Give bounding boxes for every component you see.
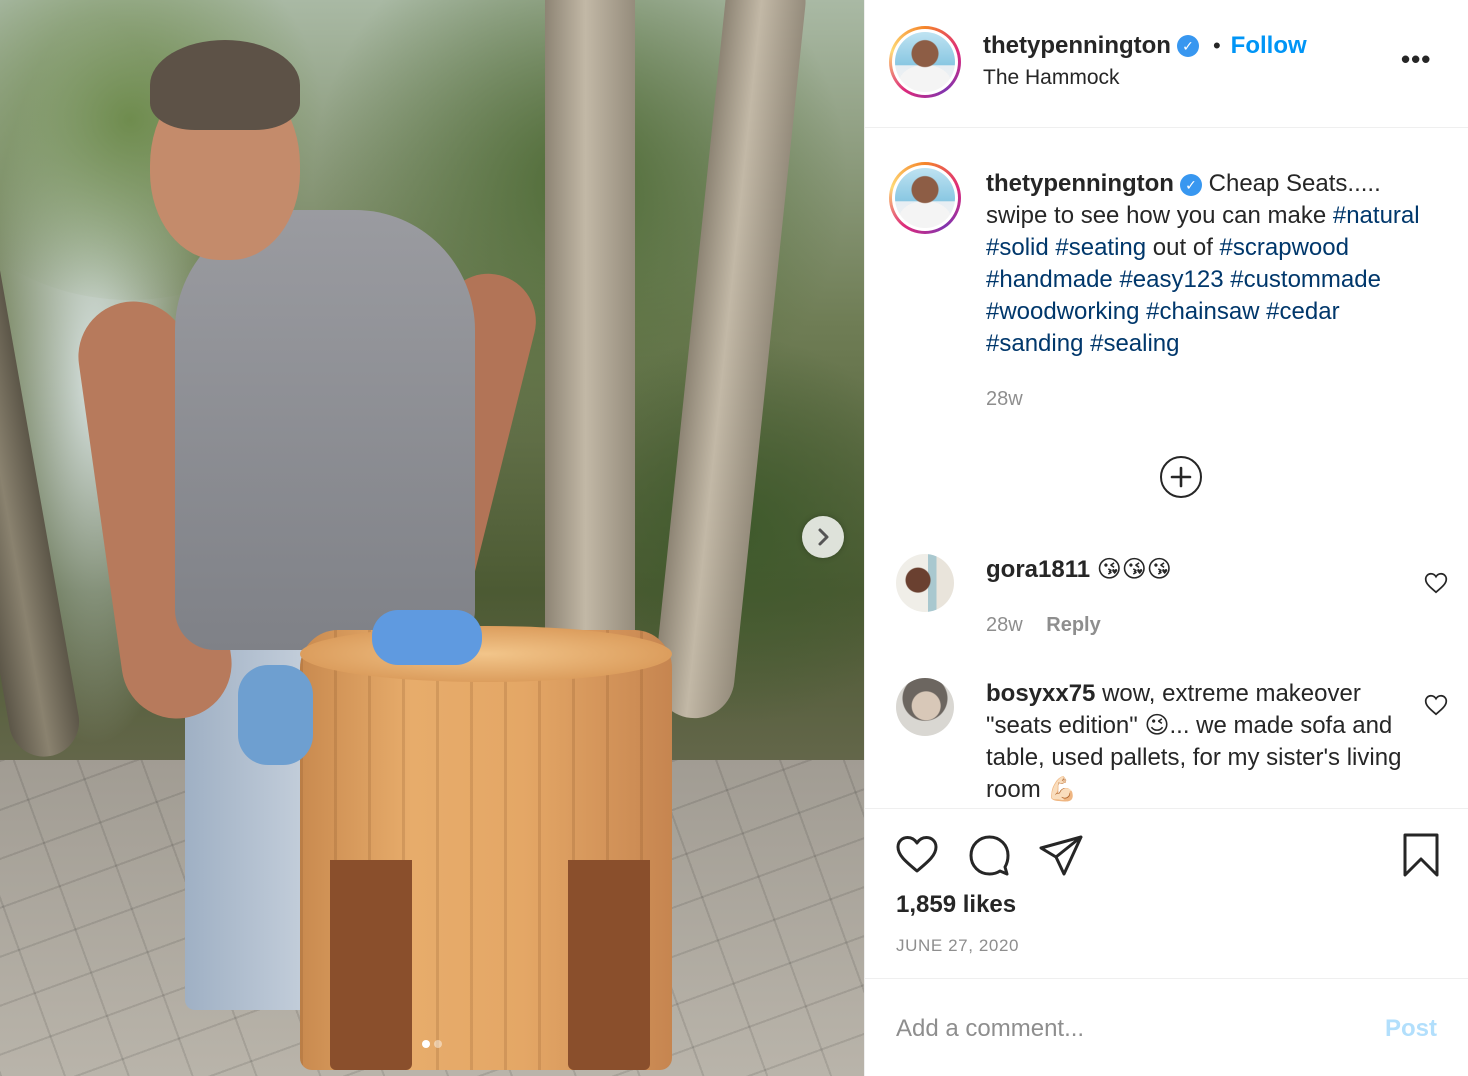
caption-timestamp[interactable]: 28w	[986, 388, 1023, 411]
blue-glove	[372, 610, 482, 665]
author-username[interactable]: thetypennington	[983, 32, 1171, 60]
caption-username[interactable]: thetypennington	[986, 170, 1174, 197]
person-hair	[150, 40, 300, 130]
blue-glove	[238, 665, 313, 765]
post-image[interactable]	[0, 0, 864, 1076]
add-comment-bar: Post	[865, 978, 1468, 1076]
post-side-panel: thetypennington ✓ • Follow The Hammock •…	[864, 0, 1468, 1076]
carousel-dot	[434, 1040, 442, 1048]
caption-text-segment: out of	[1146, 234, 1220, 261]
more-options-icon[interactable]: •••	[1401, 44, 1431, 75]
comment-text: 😘😘😘	[1096, 556, 1172, 583]
caption-author-avatar[interactable]	[889, 162, 961, 234]
like-heart-icon[interactable]	[893, 831, 941, 879]
verified-badge-icon: ✓	[1176, 35, 1199, 57]
commenter-avatar[interactable]	[896, 554, 954, 612]
post-actions: 1,859 likes JUNE 27, 2020	[865, 808, 1468, 978]
hashtag-link[interactable]: #seating	[1055, 234, 1146, 261]
palm-trunk	[545, 0, 635, 680]
follow-button[interactable]: Follow	[1231, 32, 1307, 60]
hashtag-link[interactable]: #sealing	[1090, 330, 1179, 357]
chevron-right-icon	[818, 528, 829, 546]
carousel-next-button[interactable]	[802, 516, 844, 558]
commenter-username[interactable]: bosyxx75	[986, 680, 1095, 707]
verified-badge-icon: ✓	[1179, 173, 1202, 196]
likes-count[interactable]: 1,859 likes	[896, 891, 1016, 919]
hashtag-link[interactable]: #natural	[1333, 202, 1420, 229]
save-bookmark-icon[interactable]	[1397, 831, 1445, 879]
comment-like-heart-icon[interactable]	[1423, 570, 1449, 596]
hashtag-link[interactable]: #easy123	[1119, 266, 1223, 293]
carousel-dots	[0, 1040, 864, 1048]
hashtag-link[interactable]: #scrapwood	[1220, 234, 1349, 261]
comment-timestamp[interactable]: 28w	[986, 614, 1023, 636]
carousel-dot	[422, 1040, 430, 1048]
post-caption: thetypennington ✓ Cheap Seats..... swipe …	[986, 168, 1436, 360]
hashtag-link[interactable]: #custommade	[1230, 266, 1381, 293]
comment-input[interactable]	[896, 1009, 1366, 1049]
stool-leg-gap	[330, 860, 412, 1070]
comment-body: gora1811 😘😘😘	[986, 554, 1416, 586]
hashtag-link[interactable]: #handmade	[986, 266, 1113, 293]
share-paper-plane-icon[interactable]	[1037, 831, 1085, 879]
separator-dot: •	[1212, 33, 1221, 58]
comment-like-heart-icon[interactable]	[1423, 692, 1449, 718]
post-header: thetypennington ✓ • Follow The Hammock •…	[865, 0, 1468, 128]
comment-body: bosyxx75 wow, extreme makeover "seats ed…	[986, 678, 1416, 806]
hashtag-link[interactable]: #chainsaw	[1146, 298, 1259, 325]
post-location[interactable]: The Hammock	[983, 66, 1120, 90]
person-tank-top	[175, 210, 475, 650]
comment-meta: 28w Reply	[986, 614, 1101, 637]
hashtag-link[interactable]: #cedar	[1266, 298, 1339, 325]
reply-button[interactable]: Reply	[1046, 614, 1100, 636]
hashtag-link[interactable]: #woodworking	[986, 298, 1139, 325]
tree-trunk	[0, 237, 85, 763]
post-date[interactable]: JUNE 27, 2020	[896, 936, 1019, 956]
author-name-row: thetypennington ✓ • Follow	[983, 32, 1307, 60]
stool-leg-gap	[568, 860, 650, 1070]
hashtag-link[interactable]: #sanding	[986, 330, 1083, 357]
wood-stool-top	[300, 626, 672, 682]
load-more-comments-button[interactable]	[1160, 456, 1202, 498]
caption-text: Cheap Seats..... swipe to see how you ca…	[986, 170, 1420, 357]
commenter-username[interactable]: gora1811	[986, 556, 1090, 583]
comment-bubble-icon[interactable]	[965, 831, 1013, 879]
plus-icon	[1170, 466, 1192, 488]
hashtag-link[interactable]: #solid	[986, 234, 1049, 261]
post-comment-button[interactable]: Post	[1385, 1015, 1437, 1043]
author-avatar[interactable]	[889, 26, 961, 98]
commenter-avatar[interactable]	[896, 678, 954, 736]
